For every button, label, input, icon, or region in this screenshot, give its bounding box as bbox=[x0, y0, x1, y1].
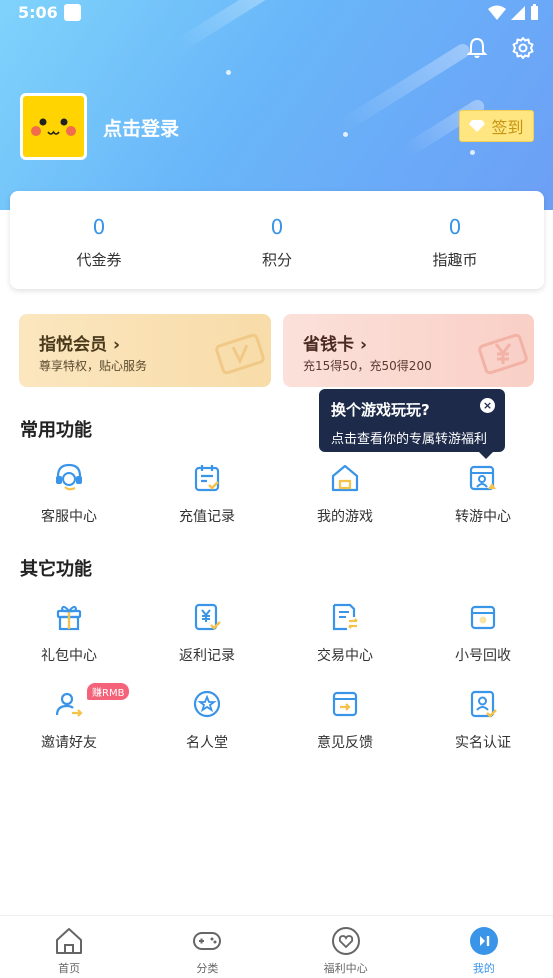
heart-icon bbox=[331, 927, 360, 955]
hall-of-fame-item[interactable]: 名人堂 bbox=[138, 688, 276, 752]
earn-rmb-badge: 赚RMB bbox=[87, 683, 130, 700]
tab-label: 我的 bbox=[472, 962, 495, 975]
function-label: 小号回收 bbox=[455, 648, 511, 664]
function-label: 意见反馈 bbox=[317, 735, 373, 751]
stat-label: 代金券 bbox=[76, 251, 122, 269]
stat-value: 0 bbox=[92, 215, 106, 239]
trade-icon bbox=[332, 603, 358, 631]
settings-gear-icon[interactable] bbox=[511, 36, 535, 60]
stat-coins[interactable]: 0 指趣币 bbox=[366, 191, 544, 289]
signin-label: 签到 bbox=[491, 118, 524, 137]
notification-icon bbox=[64, 4, 81, 21]
tooltip-body: 点击查看你的专属转游福利 bbox=[331, 432, 488, 447]
tab-label: 分类 bbox=[196, 962, 219, 975]
signal-icon bbox=[511, 5, 525, 20]
function-label: 邀请好友 bbox=[41, 735, 97, 751]
promo-title: 省钱卡 bbox=[303, 335, 354, 355]
invite-icon bbox=[55, 692, 83, 717]
recharge-record-item[interactable]: 充值记录 bbox=[138, 462, 276, 526]
other-functions-title: 其它功能 bbox=[20, 559, 92, 580]
wifi-icon bbox=[488, 5, 506, 20]
function-label: 充值记录 bbox=[179, 509, 235, 525]
stat-points[interactable]: 0 积分 bbox=[188, 191, 366, 289]
function-label: 实名认证 bbox=[455, 735, 511, 751]
function-label: 返利记录 bbox=[179, 648, 235, 664]
home-game-icon bbox=[331, 464, 359, 492]
avatar[interactable] bbox=[20, 93, 87, 160]
feedback-item[interactable]: 意见反馈 bbox=[276, 688, 414, 752]
chevron-right-icon: › bbox=[360, 335, 368, 355]
promo-subtitle: 尊享特权，贴心服务 bbox=[39, 359, 148, 373]
stat-vouchers[interactable]: 0 代金券 bbox=[10, 191, 188, 289]
trade-center-item[interactable]: 交易中心 bbox=[276, 601, 414, 665]
vip-ticket-icon bbox=[215, 333, 265, 374]
stats-card: 0 代金券 0 积分 0 指趣币 bbox=[10, 191, 544, 289]
diamond-icon bbox=[469, 120, 486, 132]
yuan-ticket-icon bbox=[478, 333, 528, 374]
common-functions-grid: 客服中心 充值记录 我的游戏 转游中心 bbox=[0, 462, 553, 526]
close-icon[interactable]: × bbox=[480, 398, 495, 413]
promo-subtitle: 充15得50，充50得200 bbox=[303, 359, 432, 373]
function-label: 我的游戏 bbox=[317, 509, 373, 525]
function-label: 转游中心 bbox=[455, 509, 511, 525]
status-bar: 5:06 bbox=[0, 0, 553, 26]
stat-value: 0 bbox=[270, 215, 284, 239]
bell-icon[interactable] bbox=[465, 36, 489, 60]
stat-value: 0 bbox=[448, 215, 462, 239]
other-functions-grid-row1: 礼包中心 返利记录 交易中心 小号回收 bbox=[0, 601, 553, 665]
tab-welfare-center[interactable]: 福利中心 bbox=[277, 916, 415, 978]
tab-category[interactable]: 分类 bbox=[138, 916, 276, 978]
gift-icon bbox=[56, 605, 82, 631]
tab-mine[interactable]: 我的 bbox=[415, 916, 553, 978]
function-label: 客服中心 bbox=[41, 509, 97, 525]
function-label: 交易中心 bbox=[317, 648, 373, 664]
other-functions-grid-row2: 邀请好友 名人堂 意见反馈 实名认证 bbox=[0, 688, 553, 752]
calendar-check-icon bbox=[194, 465, 220, 492]
home-icon bbox=[56, 928, 83, 954]
login-link[interactable]: 点击登录 bbox=[103, 114, 179, 141]
function-label: 名人堂 bbox=[186, 735, 228, 751]
tab-label: 首页 bbox=[58, 962, 81, 975]
gift-center-item[interactable]: 礼包中心 bbox=[0, 601, 138, 665]
my-games-item[interactable]: 我的游戏 bbox=[276, 462, 414, 526]
tab-label: 福利中心 bbox=[323, 962, 368, 975]
battery-icon bbox=[531, 4, 538, 20]
promo-title: 指悦会员 bbox=[39, 335, 107, 355]
rebate-record-item[interactable]: 返利记录 bbox=[138, 601, 276, 665]
rebate-icon bbox=[194, 603, 221, 631]
headset-icon bbox=[56, 463, 82, 491]
stat-label: 积分 bbox=[261, 251, 292, 269]
star-icon bbox=[193, 690, 221, 718]
transfer-center-item[interactable]: 转游中心 bbox=[414, 462, 552, 526]
recycle-icon bbox=[470, 605, 496, 630]
bottom-tab-bar: 首页 分类 福利中心 我的 bbox=[0, 915, 553, 978]
tooltip-tail bbox=[479, 452, 493, 459]
transfer-tooltip[interactable]: 换个游戏玩玩? 点击查看你的专属转游福利 × bbox=[319, 389, 505, 459]
account-recycle-item[interactable]: 小号回收 bbox=[414, 601, 552, 665]
common-functions-title: 常用功能 bbox=[20, 420, 92, 441]
feedback-icon bbox=[332, 691, 358, 717]
stat-label: 指趣币 bbox=[432, 251, 478, 269]
play-icon bbox=[469, 927, 498, 955]
tooltip-title: 换个游戏玩玩? bbox=[331, 401, 430, 419]
transfer-icon bbox=[469, 465, 496, 491]
signin-button[interactable]: 签到 bbox=[459, 110, 534, 142]
vip-membership-card[interactable]: 指悦会员 › 尊享特权，贴心服务 bbox=[19, 314, 271, 387]
customer-service-item[interactable]: 客服中心 bbox=[0, 462, 138, 526]
tab-home[interactable]: 首页 bbox=[0, 916, 138, 978]
id-card-icon bbox=[470, 690, 497, 718]
function-label: 礼包中心 bbox=[41, 648, 97, 664]
real-name-auth-item[interactable]: 实名认证 bbox=[414, 688, 552, 752]
savings-card[interactable]: 省钱卡 › 充15得50，充50得200 bbox=[283, 314, 534, 387]
status-time: 5:06 bbox=[18, 3, 58, 22]
chevron-right-icon: › bbox=[113, 335, 121, 355]
gamepad-icon bbox=[193, 932, 222, 950]
